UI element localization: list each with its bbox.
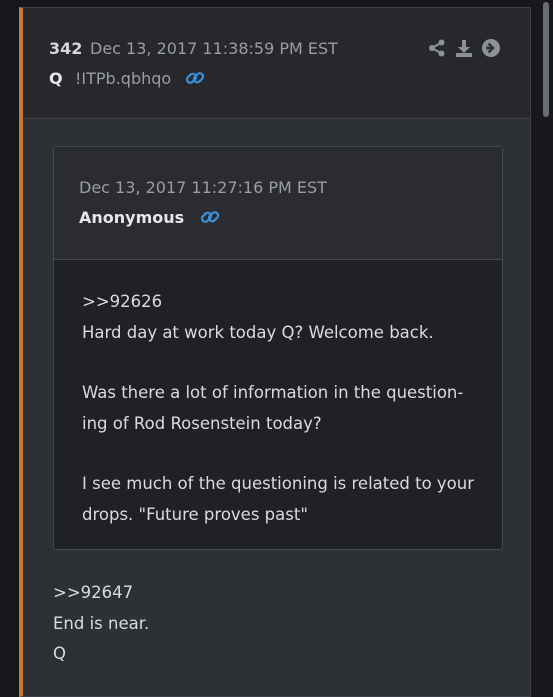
post-tripcode: !ITPb.qbhqo [75, 69, 172, 88]
download-icon[interactable] [454, 38, 474, 58]
quoted-link-icon[interactable] [200, 207, 220, 227]
quoted-line: I see much of the questioning is related… [82, 474, 475, 493]
post-author: Q [49, 69, 63, 88]
quoted-line: Was there a lot of information in the qu… [82, 383, 464, 402]
post-body: >>92647 End is near. Q [53, 578, 493, 670]
reply-signature: Q [53, 644, 66, 663]
post-header: 342 Dec 13, 2017 11:38:59 PM EST Q !ITPb… [23, 8, 530, 119]
reply-line: End is near. [53, 613, 150, 633]
quoted-post-body: >>92626 Hard day at work today Q? Welcom… [82, 287, 482, 530]
quoted-post-date: Dec 13, 2017 11:27:16 PM EST [79, 178, 327, 197]
arrow-right-circle-icon[interactable] [481, 38, 501, 58]
share-icon[interactable] [427, 38, 447, 58]
quoted-post: Dec 13, 2017 11:27:16 PM EST Anonymous >… [53, 146, 503, 550]
quoted-post-header: Dec 13, 2017 11:27:16 PM EST Anonymous [54, 147, 502, 260]
reply-reference-link[interactable]: >>92647 [53, 578, 493, 609]
quote-reference-link[interactable]: >>92626 [82, 287, 482, 318]
quoted-line: Hard day at work today Q? Welcome back. [82, 322, 434, 342]
quoted-line: drops. "Future proves past" [82, 504, 308, 524]
post-date: Dec 13, 2017 11:38:59 PM EST [90, 39, 338, 58]
quoted-line: ing of Rod Rosenstein today? [82, 413, 322, 433]
post-card: 342 Dec 13, 2017 11:38:59 PM EST Q !ITPb… [19, 7, 531, 697]
link-icon[interactable] [185, 68, 205, 88]
post-number[interactable]: 342 [49, 39, 82, 58]
scrollbar[interactable] [543, 2, 549, 117]
quoted-post-author: Anonymous [79, 208, 185, 227]
